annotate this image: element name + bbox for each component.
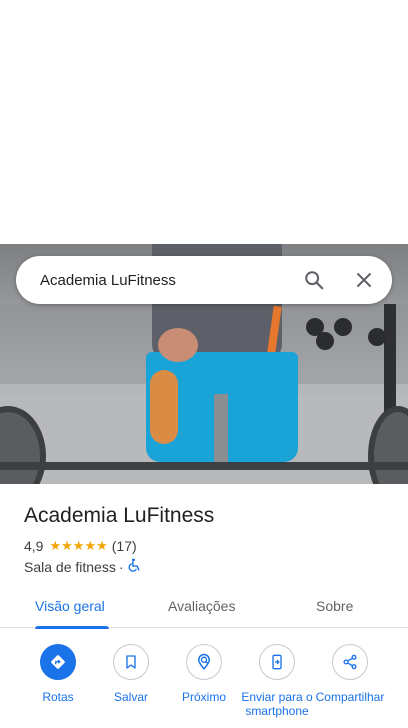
photo-shorts-logo xyxy=(150,370,178,444)
send-to-phone-icon[interactable] xyxy=(259,644,295,680)
tab-bar: Visão geral Avaliações Sobre xyxy=(0,588,408,629)
tab-reviews[interactable]: Avaliações xyxy=(168,598,235,614)
photo-dumbbell xyxy=(316,332,334,350)
tab-about[interactable]: Sobre xyxy=(316,598,353,614)
directions-button[interactable]: Rotas xyxy=(20,644,96,704)
nearby-label: Próximo xyxy=(181,690,226,704)
wheelchair-icon xyxy=(128,558,141,575)
action-bar: Rotas Salvar Próximo Enviar para o smart… xyxy=(0,644,408,728)
star-icon: ★ xyxy=(61,538,73,553)
rating-row[interactable]: 4,9 ★ ★ ★ ★ ★ (17) xyxy=(24,538,137,554)
place-sheet: Academia LuFitness 4,9 ★ ★ ★ ★ ★ (17) Sa… xyxy=(0,484,408,728)
share-button[interactable]: Compartilhar xyxy=(312,644,388,704)
star-rating: ★ ★ ★ ★ ★ xyxy=(49,539,107,553)
category-row: Sala de fitness · xyxy=(24,558,141,575)
save-button[interactable]: Salvar xyxy=(93,644,169,704)
photo-shorts-gap xyxy=(214,394,228,464)
send-to-phone-label: Enviar para o smartphone xyxy=(241,690,313,718)
rating-value: 4,9 xyxy=(24,538,44,554)
search-icon[interactable] xyxy=(300,266,328,294)
photo-barbell xyxy=(0,462,408,470)
place-title: Academia LuFitness xyxy=(24,504,215,527)
directions-label: Rotas xyxy=(42,690,74,704)
share-label: Compartilhar xyxy=(315,690,385,704)
star-icon: ★ xyxy=(72,538,85,553)
star-icon: ★ xyxy=(49,538,62,553)
review-count[interactable]: (17) xyxy=(112,538,137,554)
photo-hand xyxy=(158,328,198,362)
directions-icon[interactable] xyxy=(40,644,76,680)
active-tab-indicator xyxy=(35,626,109,629)
photo-dumbbell xyxy=(368,328,386,346)
separator: · xyxy=(118,558,124,575)
place-category: Sala de fitness xyxy=(24,558,116,575)
nearby-icon[interactable] xyxy=(186,644,222,680)
star-icon: ★ xyxy=(96,538,108,553)
send-to-phone-button[interactable]: Enviar para o smartphone xyxy=(239,644,315,718)
star-icon: ★ xyxy=(84,538,97,553)
photo-dumbbell xyxy=(334,318,352,336)
search-query[interactable]: Academia LuFitness xyxy=(40,272,300,289)
share-icon[interactable] xyxy=(332,644,368,680)
close-icon[interactable] xyxy=(350,266,378,294)
search-bar[interactable]: Academia LuFitness xyxy=(16,256,392,304)
bookmark-icon[interactable] xyxy=(113,644,149,680)
save-label: Salvar xyxy=(113,690,148,704)
nearby-button[interactable]: Próximo xyxy=(166,644,242,704)
tab-overview[interactable]: Visão geral xyxy=(35,598,105,614)
